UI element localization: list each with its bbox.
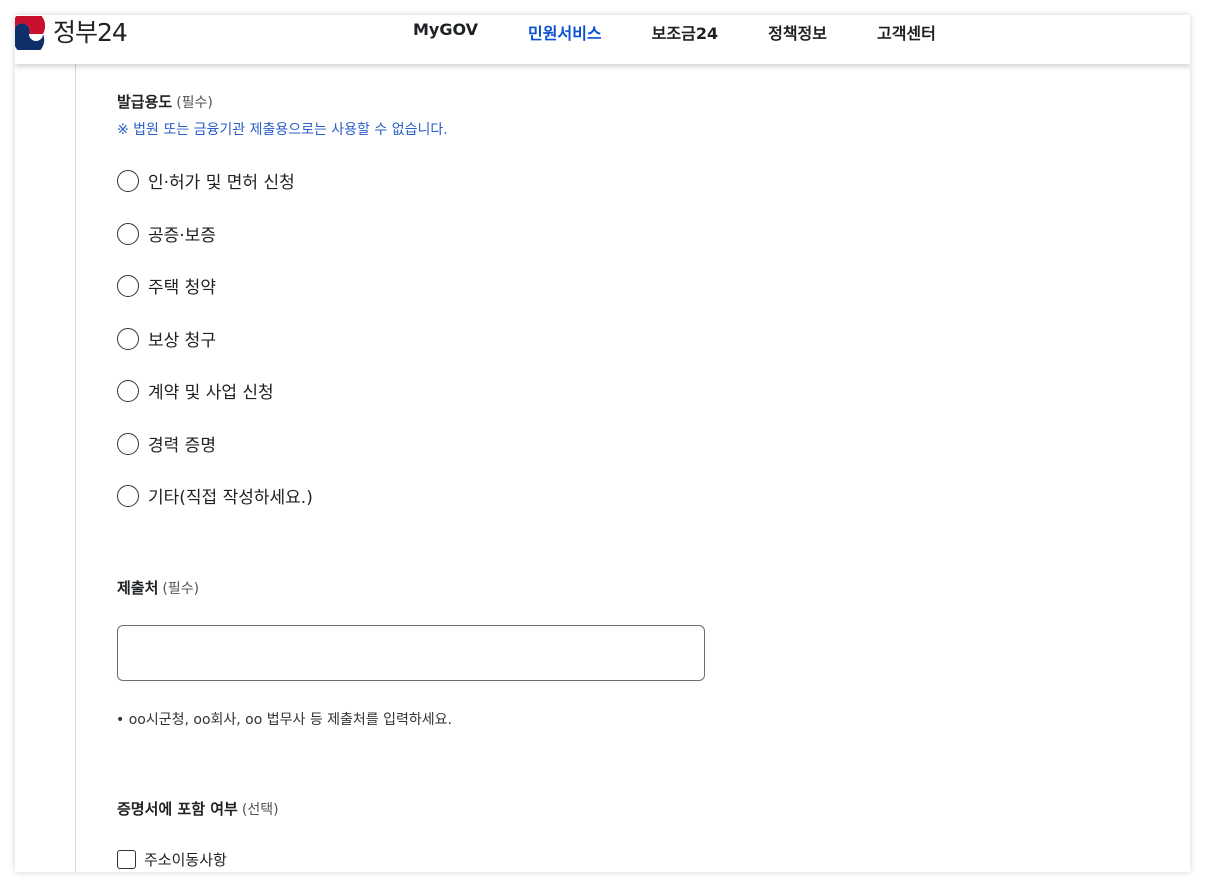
include-optional-tag: (선택) bbox=[241, 802, 279, 818]
gov24-logo[interactable]: 정부24 bbox=[15, 15, 128, 51]
include-title: 증명서에 포함 여부 bbox=[117, 800, 238, 818]
purpose-option-notary[interactable]: 공증·보증 bbox=[117, 221, 216, 246]
submit-to-title: 제출처 bbox=[117, 579, 159, 597]
purpose-heading: 발급용도 (필수) bbox=[117, 91, 213, 112]
top-header: 정부24 MyGOV 민원서비스 보조금24 정책정보 고객센터 bbox=[15, 15, 1190, 64]
radio-label: 기타(직접 작성하세요.) bbox=[148, 488, 313, 508]
submit-to-heading: 제출처 (필수) bbox=[117, 577, 199, 598]
page-frame: 정부24 MyGOV 민원서비스 보조금24 정책정보 고객센터 발급용도 (필수… bbox=[15, 15, 1190, 872]
radio-icon[interactable] bbox=[117, 432, 139, 455]
radio-label: 인·허가 및 면허 신청 bbox=[148, 173, 295, 193]
taegeuk-logo-icon bbox=[15, 16, 45, 50]
content-divider bbox=[75, 64, 76, 872]
purpose-option-career[interactable]: 경력 증명 bbox=[117, 431, 216, 456]
radio-icon[interactable] bbox=[117, 327, 139, 350]
checkbox-icon[interactable] bbox=[117, 850, 136, 869]
radio-icon[interactable] bbox=[117, 169, 139, 192]
nav-mygov[interactable]: MyGOV bbox=[413, 20, 478, 44]
radio-label: 주택 청약 bbox=[148, 278, 216, 298]
purpose-option-license[interactable]: 인·허가 및 면허 신청 bbox=[117, 168, 295, 193]
radio-icon[interactable] bbox=[117, 379, 139, 402]
purpose-option-other[interactable]: 기타(직접 작성하세요.) bbox=[117, 483, 313, 508]
radio-icon[interactable] bbox=[117, 484, 139, 507]
radio-label: 계약 및 사업 신청 bbox=[148, 383, 274, 403]
submit-to-hint: • oo시군청, oo회사, oo 법무사 등 제출처를 입력하세요. bbox=[116, 712, 452, 728]
nav-policy-info[interactable]: 정책정보 bbox=[768, 20, 827, 44]
logo-text: 정부24 bbox=[53, 18, 128, 47]
radio-icon[interactable] bbox=[117, 222, 139, 245]
radio-label: 경력 증명 bbox=[148, 436, 216, 456]
submit-to-input[interactable] bbox=[117, 625, 705, 681]
submit-to-required-tag: (필수) bbox=[162, 581, 200, 597]
nav-civil-service[interactable]: 민원서비스 bbox=[528, 20, 602, 44]
checkbox-label: 주소이동사항 bbox=[144, 851, 227, 869]
radio-label: 공증·보증 bbox=[148, 226, 216, 246]
purpose-notice: ※ 법원 또는 금융기관 제출용으로는 사용할 수 없습니다. bbox=[117, 122, 448, 138]
purpose-option-compensation[interactable]: 보상 청구 bbox=[117, 326, 216, 351]
purpose-option-contract[interactable]: 계약 및 사업 신청 bbox=[117, 378, 274, 403]
purpose-title: 발급용도 bbox=[117, 93, 173, 111]
include-heading: 증명서에 포함 여부 (선택) bbox=[117, 798, 279, 819]
radio-icon[interactable] bbox=[117, 274, 139, 297]
purpose-required-tag: (필수) bbox=[176, 95, 213, 111]
purpose-option-housing[interactable]: 주택 청약 bbox=[117, 273, 216, 298]
nav-customer-center[interactable]: 고객센터 bbox=[877, 20, 936, 44]
radio-label: 보상 청구 bbox=[148, 331, 216, 351]
main-nav: MyGOV 민원서비스 보조금24 정책정보 고객센터 bbox=[413, 20, 986, 44]
address-history-checkbox-row[interactable]: 주소이동사항 bbox=[117, 849, 227, 870]
nav-subsidy24[interactable]: 보조금24 bbox=[652, 20, 718, 44]
